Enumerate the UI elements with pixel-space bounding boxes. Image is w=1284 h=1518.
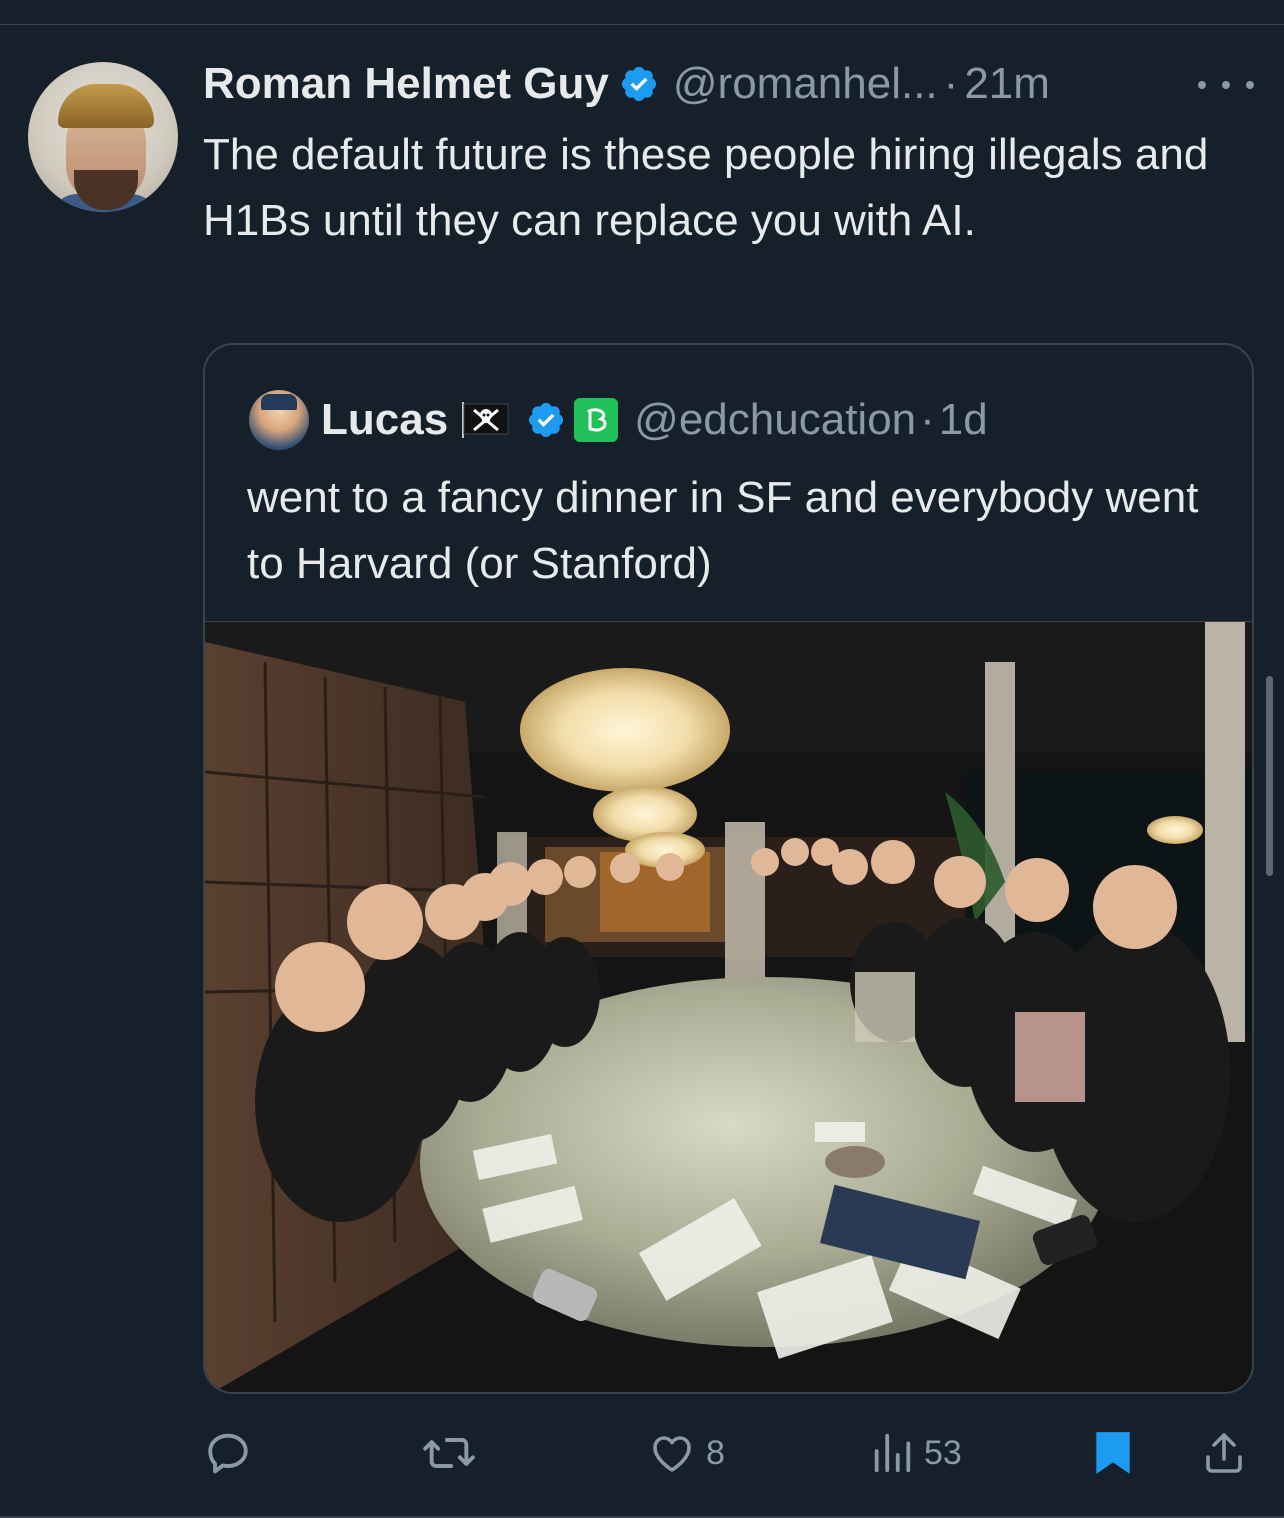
- share-button[interactable]: [1200, 1426, 1248, 1480]
- quoted-timestamp: 1d: [938, 395, 988, 444]
- quoted-header: Lucas @edchucation · 1d: [249, 387, 988, 453]
- verified-icon: [529, 402, 564, 438]
- like-icon: [653, 1436, 691, 1472]
- avatar-helmet: [58, 84, 154, 128]
- action-bar: 8 53: [0, 1418, 1284, 1488]
- share-icon: [1206, 1433, 1242, 1473]
- scrollbar[interactable]: [1266, 676, 1273, 876]
- reply-button[interactable]: [202, 1426, 264, 1480]
- views-icon: [874, 1433, 911, 1473]
- pirate-flag-icon: [462, 402, 509, 438]
- tweet-text: The default future is these people hirin…: [203, 130, 1209, 245]
- retweet-icon: [423, 1438, 475, 1468]
- views-count: 53: [924, 1433, 962, 1472]
- quoted-author-name: Lucas: [321, 395, 449, 444]
- author-name[interactable]: Roman Helmet Guy: [203, 59, 609, 109]
- separator-dot: ·: [943, 59, 959, 108]
- bookmark-button[interactable]: [1092, 1426, 1134, 1480]
- dinner-photo[interactable]: [205, 621, 1254, 1394]
- quoted-author-handle: @edchucation: [634, 395, 917, 444]
- timestamp[interactable]: 21m: [964, 59, 1050, 109]
- quoted-text: went to a fancy dinner in SF and everybo…: [247, 473, 1199, 588]
- tweet-header: Roman Helmet Guy @romanhel... · 21m: [203, 54, 1050, 114]
- quoted-avatar: [249, 390, 309, 450]
- retweet-button[interactable]: [420, 1426, 488, 1480]
- more-icon[interactable]: [1198, 70, 1254, 100]
- top-divider: [0, 24, 1284, 25]
- affiliate-badge-icon: [574, 398, 619, 442]
- quoted-avatar-hat: [261, 394, 297, 410]
- reply-icon: [208, 1433, 248, 1474]
- bookmark-icon: [1096, 1432, 1130, 1474]
- quoted-tweet[interactable]: Lucas @edchucation · 1d went to a fancy …: [203, 343, 1254, 1394]
- author-handle[interactable]: @romanhel...: [673, 59, 938, 109]
- more-dot: [1246, 81, 1254, 89]
- more-dot: [1198, 81, 1206, 89]
- avatar[interactable]: [28, 62, 178, 212]
- verified-icon: [621, 66, 656, 102]
- views-button[interactable]: 53: [870, 1426, 962, 1480]
- separator-dot: ·: [920, 395, 935, 444]
- affiliate-glyph: [587, 408, 607, 432]
- like-button[interactable]: 8: [648, 1426, 725, 1480]
- more-dot: [1222, 81, 1230, 89]
- like-count: 8: [706, 1433, 725, 1472]
